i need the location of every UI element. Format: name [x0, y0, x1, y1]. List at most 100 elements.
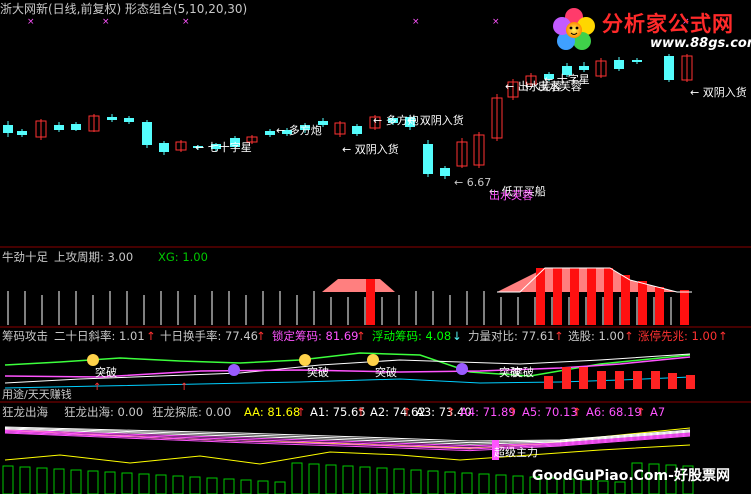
- volume-bar: [461, 472, 473, 494]
- chip-bar: [597, 371, 606, 389]
- cycle-bar: [553, 268, 562, 325]
- indicator-label: ↑: [446, 405, 456, 419]
- indicator-label: ↑: [636, 405, 646, 419]
- candle-body: [579, 66, 589, 70]
- chip-bar: [668, 373, 677, 389]
- candle-annotation: ← 6.67: [454, 176, 491, 189]
- indicator-label: 狂龙出海: 0.00: [64, 405, 143, 419]
- indicator-label: 狂龙出海: [2, 405, 48, 419]
- volume-bar: [70, 469, 82, 494]
- volume-bar: [342, 465, 354, 494]
- volume-bar: [2, 465, 14, 494]
- cycle-bar: [655, 287, 664, 325]
- volume-bar: [36, 467, 48, 494]
- cycle-area: [322, 279, 395, 292]
- cycle-bar: [570, 268, 579, 325]
- indicator-label: ↑: [718, 329, 728, 343]
- indicator-label: ↑: [256, 329, 266, 343]
- volume-bar: [444, 471, 456, 494]
- indicator-label: 锁定筹码: 81.69: [272, 329, 358, 343]
- volume-bar: [121, 472, 133, 494]
- volume-bar: [291, 462, 303, 494]
- candle-body: [664, 56, 674, 80]
- volume-bar: [223, 478, 235, 494]
- top-cross-marker: ×: [182, 17, 190, 27]
- top-cross-marker: ×: [102, 17, 110, 27]
- chip-bar: [686, 375, 695, 389]
- volume-bar: [512, 475, 524, 494]
- volume-bar: [206, 477, 218, 494]
- candle-annotation: ← 双阴入货: [342, 142, 399, 156]
- dragon-line: [4, 444, 691, 465]
- volume-bar: [495, 474, 507, 494]
- volume-bar: [53, 468, 65, 494]
- indicator-label: ↑: [572, 405, 582, 419]
- chart-title: 浙大网新(日线,前复权) 形态组合(5,10,20,30): [0, 2, 248, 16]
- bottom-label: 用途/天天赚钱: [2, 387, 72, 401]
- chart-stage: ××××××× ← 七十字星← 多方炮← 多方炮← 双阴入货← 双阴入货← 6.…: [0, 17, 751, 494]
- chip-bar: [633, 371, 642, 389]
- cycle-bar: [536, 268, 545, 325]
- indicator-label: XG: 1.00: [158, 250, 208, 264]
- chip-face-icon: [228, 364, 240, 376]
- indicator-label: 狂龙探底: 0.00: [152, 405, 231, 419]
- indicator-label: ↑: [508, 405, 518, 419]
- volume-bar: [393, 468, 405, 494]
- candle-annotation: ← 双阴入货: [690, 85, 747, 99]
- volume-bar: [308, 463, 320, 494]
- up-arrow: ↑: [93, 382, 101, 393]
- top-cross-marker: ×: [27, 17, 35, 27]
- top-cross-marker: ×: [492, 17, 500, 27]
- indicator-label: ↑: [146, 329, 156, 343]
- volume-bar: [240, 479, 252, 494]
- candle-body: [71, 124, 81, 130]
- breakout-label: 突破: [307, 365, 329, 379]
- cycle-bar: [621, 275, 630, 325]
- chip-face-icon: [299, 354, 311, 366]
- logo-url: www.88gs.com: [650, 36, 751, 51]
- volume-bar: [189, 476, 201, 494]
- candle-body: [54, 125, 64, 130]
- volume-bar: [410, 469, 422, 494]
- chip-bar: [579, 367, 588, 389]
- candle-annotation: ← 双阴入货: [407, 113, 464, 127]
- candle-body: [423, 144, 433, 174]
- cycle-bar: [680, 290, 689, 325]
- candle-annotation: 出水芙蓉: [489, 188, 533, 202]
- indicator-label: ↓: [452, 329, 462, 343]
- candle-annotation: ← 多方炮: [276, 123, 322, 137]
- breakout-label: 突破: [95, 365, 117, 379]
- volume-bar: [104, 471, 116, 494]
- candle-body: [265, 131, 275, 135]
- candle-body: [352, 126, 362, 134]
- volume-bar: [427, 470, 439, 494]
- candle-body: [124, 118, 134, 122]
- volume-bar: [155, 474, 167, 494]
- chip-bar: [651, 371, 660, 389]
- chip-bar: [615, 371, 624, 389]
- candle-body: [3, 125, 13, 133]
- volume-bar: [19, 466, 31, 494]
- indicator-label: 筹码攻击: [2, 329, 48, 343]
- volume-bar: [87, 470, 99, 494]
- candle-annotation: ← 七十字星: [195, 140, 252, 154]
- volume-bar: [257, 480, 269, 494]
- indicator-label: 十日换手率: 77.46: [160, 329, 258, 343]
- cycle-bar: [638, 281, 647, 325]
- indicator-label: ↑: [356, 405, 366, 419]
- volume-bar: [274, 481, 286, 494]
- indicator-label: ↑: [402, 405, 412, 419]
- indicator-label: 选股: 1.00: [568, 329, 624, 343]
- indicator-label: 涨停先兆: 1.00: [638, 329, 717, 343]
- indicator-label: AA: 81.68: [244, 405, 300, 419]
- candle-annotation: ← 十字星: [544, 72, 590, 86]
- candle-body: [107, 117, 117, 120]
- indicator-label: 力量对比: 77.61: [468, 329, 554, 343]
- volume-bar: [138, 473, 150, 494]
- cycle-bar: [587, 268, 596, 325]
- candle-body: [159, 143, 169, 152]
- indicator-label: 二十日斜率: 1.01: [54, 329, 145, 343]
- chip-bar: [544, 376, 553, 389]
- volume-bar: [359, 466, 371, 494]
- chip-bar: [562, 367, 571, 389]
